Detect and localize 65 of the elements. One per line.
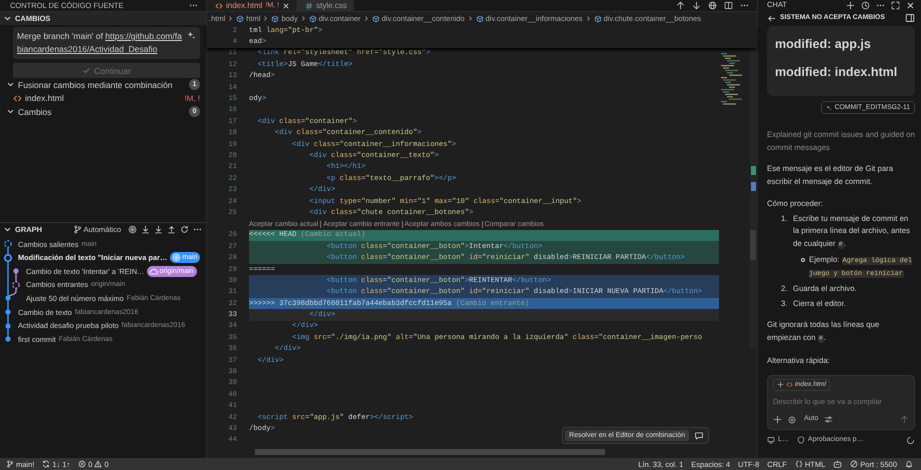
code-icon — [786, 381, 793, 388]
cube-icon — [236, 14, 244, 22]
sync-icon — [42, 460, 50, 468]
tree-item[interactable]: Cambios — [18, 106, 186, 117]
spinner-icon — [906, 436, 915, 445]
cube-icon — [594, 14, 602, 22]
code-icon — [215, 2, 223, 10]
card-heading: modified: index.html — [775, 64, 898, 81]
no-entry-icon — [850, 460, 858, 468]
bullet-icon — [801, 258, 805, 262]
editor-tab[interactable]: style.css — [297, 0, 354, 11]
branch-icon — [73, 225, 82, 234]
plus-icon[interactable] — [846, 1, 855, 10]
back-arrow-icon[interactable] — [767, 14, 776, 22]
cube-icon — [271, 14, 280, 22]
file-status: !M, ! — [184, 94, 200, 103]
cube-icon — [308, 14, 317, 22]
commit-message-field[interactable]: Merge branch 'main' of https://github.com/fabiancardenas2016/Actividad_Desafio — [13, 27, 200, 59]
bot-icon[interactable] — [833, 460, 842, 468]
cloud-icon — [149, 266, 158, 276]
arrow-down-icon[interactable] — [692, 1, 701, 10]
check-icon — [82, 66, 92, 75]
bell-icon[interactable] — [905, 460, 913, 468]
comment-icon[interactable] — [694, 430, 704, 440]
upload-icon[interactable] — [167, 225, 176, 234]
chevron-right-icon — [262, 15, 270, 22]
file-name[interactable]: index.html — [25, 93, 182, 104]
globe-icon[interactable] — [708, 1, 717, 10]
download-icon[interactable] — [141, 225, 150, 234]
warning-icon — [94, 460, 102, 468]
code-icon — [13, 94, 22, 103]
cube-icon — [372, 14, 380, 22]
hash-icon — [305, 2, 314, 10]
chevron-right-icon — [362, 15, 370, 22]
refresh-icon[interactable] — [180, 225, 189, 234]
send-icon[interactable] — [900, 415, 909, 424]
download-icon[interactable] — [154, 225, 163, 234]
monitor-icon — [767, 436, 775, 444]
history-icon[interactable] — [861, 1, 870, 10]
chevron-right-icon — [466, 15, 474, 22]
maximize-icon[interactable] — [891, 1, 900, 10]
panel-icon[interactable] — [905, 13, 915, 23]
tree-item[interactable]: Fusionar cambios mediante combinación — [18, 80, 186, 90]
plus-icon — [777, 381, 784, 388]
settings-sliders-icon[interactable] — [824, 415, 834, 424]
chevron-icon[interactable] — [3, 14, 12, 23]
sparkle-icon — [826, 104, 832, 110]
error-icon — [78, 460, 86, 468]
chevron-right-icon — [300, 15, 307, 22]
target-icon[interactable] — [128, 225, 137, 234]
sparkle-icon[interactable] — [187, 31, 196, 40]
target-icon — [172, 253, 182, 262]
chevron-right-icon — [584, 15, 592, 22]
arrow-up-icon[interactable] — [676, 1, 685, 10]
close-icon[interactable] — [906, 1, 915, 10]
cube-icon — [476, 14, 484, 22]
branch-icon — [6, 460, 14, 468]
split-editor-icon[interactable] — [724, 1, 733, 10]
shield-icon — [796, 436, 805, 444]
card-heading: modified: app.js — [775, 36, 872, 53]
plus-icon[interactable] — [773, 415, 782, 424]
chevron-right-icon — [227, 15, 234, 22]
close-icon[interactable] — [282, 2, 290, 10]
braces-icon — [794, 460, 803, 468]
graph-line — [7, 278, 17, 292]
